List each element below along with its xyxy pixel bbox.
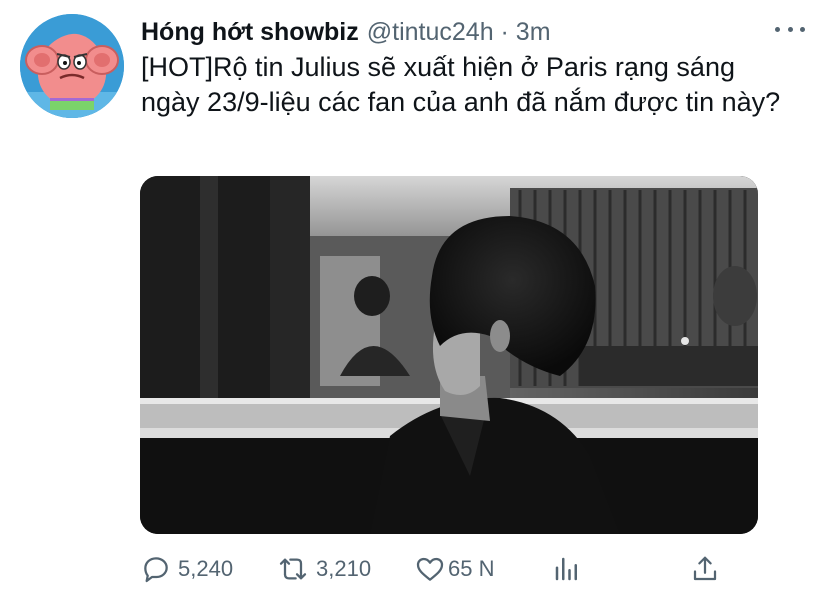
tweet-header: Hóng hớt showbiz @tintuc24h · 3m xyxy=(141,12,805,52)
like-count: 65 N xyxy=(448,556,495,581)
tweet-photo[interactable] xyxy=(140,176,758,534)
retweet-count: 3,210 xyxy=(316,556,372,581)
share-button[interactable] xyxy=(690,547,720,591)
avatar[interactable] xyxy=(20,14,124,118)
retweet-icon xyxy=(279,558,307,580)
heart-icon xyxy=(416,557,444,581)
more-horizontal-icon[interactable] xyxy=(775,21,805,37)
display-name[interactable]: Hóng hớt showbiz xyxy=(141,18,359,47)
handle-and-time[interactable]: @tintuc24h · 3m xyxy=(367,18,551,47)
reply-icon xyxy=(144,557,168,583)
retweet-button[interactable]: 3,210 xyxy=(276,547,371,591)
tweet-text: [HOT]Rộ tin Julius sẽ xuất hiện ở Paris … xyxy=(141,52,781,117)
analytics-icon xyxy=(555,557,577,581)
share-icon xyxy=(693,556,717,581)
reply-count: 5,240 xyxy=(178,556,234,581)
analytics-button[interactable] xyxy=(552,547,582,591)
cartoon-starfish-avatar xyxy=(20,14,124,118)
reply-button[interactable]: 5,240 xyxy=(140,547,233,591)
tweet-actions: 5,240 3,210 65 N xyxy=(140,547,730,591)
photo-image xyxy=(140,176,758,534)
like-button[interactable]: 65 N xyxy=(414,547,494,591)
